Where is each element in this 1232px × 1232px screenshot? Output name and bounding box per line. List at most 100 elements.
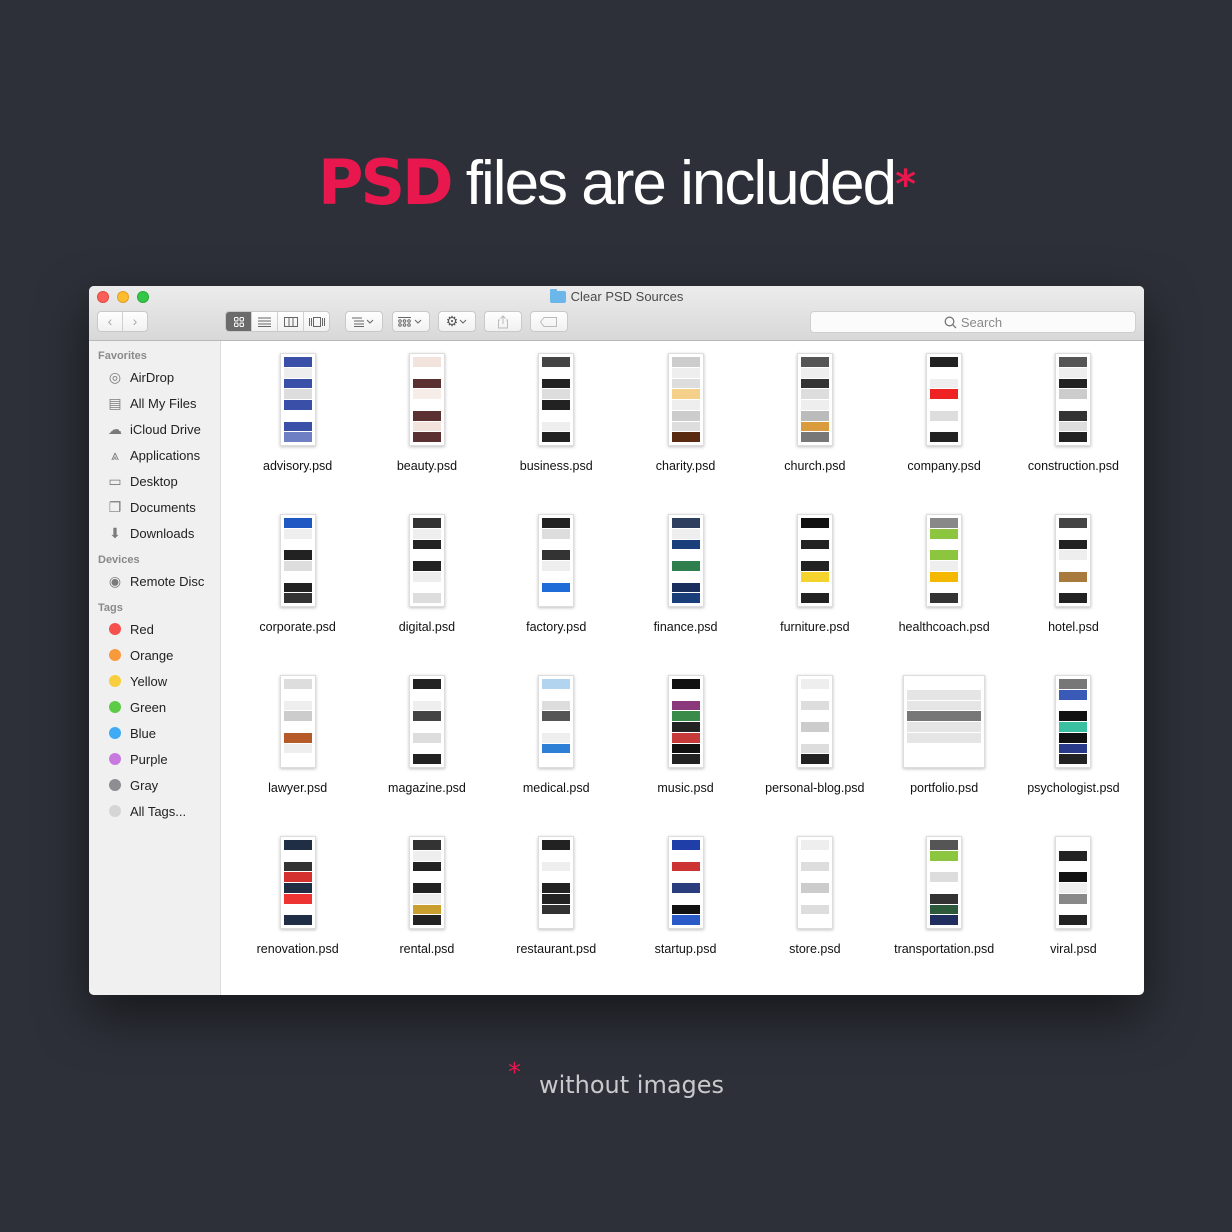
thumbnail-block xyxy=(800,367,829,378)
file-item[interactable]: beauty.psd xyxy=(362,353,491,514)
sidebar-item-label: All Tags... xyxy=(130,803,187,819)
sidebar-item-applications[interactable]: ⩓ Applications xyxy=(89,442,220,468)
file-name: psychologist.psd xyxy=(1027,781,1120,795)
thumbnail-block xyxy=(412,367,441,378)
sidebar-item-green[interactable]: Green xyxy=(89,694,220,720)
file-item[interactable]: magazine.psd xyxy=(362,675,491,836)
file-item[interactable]: corporate.psd xyxy=(233,514,362,675)
thumbnail-block xyxy=(283,561,312,571)
file-thumbnail-icon xyxy=(903,675,986,768)
file-item[interactable]: lawyer.psd xyxy=(233,675,362,836)
thumbnail-block xyxy=(412,850,441,861)
thumbnail-block xyxy=(542,421,571,432)
sidebar-item-purple[interactable]: Purple xyxy=(89,746,220,772)
file-thumbnail-icon xyxy=(279,514,316,607)
file-item[interactable]: transportation.psd xyxy=(879,836,1008,995)
sidebar-item-downloads[interactable]: ⬇ Downloads xyxy=(89,520,220,546)
file-item[interactable]: music.psd xyxy=(621,675,750,836)
thumbnail-block xyxy=(412,915,441,925)
file-item[interactable]: digital.psd xyxy=(362,514,491,675)
forward-button[interactable]: › xyxy=(122,312,147,331)
file-item[interactable]: store.psd xyxy=(750,836,879,995)
file-item[interactable]: personal-blog.psd xyxy=(750,675,879,836)
sidebar-item-all-my-files[interactable]: ▤ All My Files xyxy=(89,390,220,416)
share-button[interactable] xyxy=(484,311,522,332)
thumbnail-block xyxy=(800,421,829,432)
icon-view-button[interactable] xyxy=(226,312,251,331)
back-button[interactable]: ‹ xyxy=(98,312,122,331)
file-item[interactable]: renovation.psd xyxy=(233,836,362,995)
thumbnail-block xyxy=(671,743,700,754)
file-item[interactable]: psychologist.psd xyxy=(1009,675,1138,836)
thumbnail-block xyxy=(283,689,312,700)
thumbnail-block xyxy=(283,357,312,367)
file-item[interactable]: business.psd xyxy=(492,353,621,514)
sidebar-item-icloud-drive[interactable]: ☁ iCloud Drive xyxy=(89,416,220,442)
sidebar-item-gray[interactable]: Gray xyxy=(89,772,220,798)
thumbnail-block xyxy=(671,550,700,560)
file-thumbnail-icon xyxy=(408,514,445,607)
file-item[interactable]: viral.psd xyxy=(1009,836,1138,995)
file-item[interactable]: finance.psd xyxy=(621,514,750,675)
thumbnail-block xyxy=(930,872,959,882)
airdrop-icon: ◎ xyxy=(108,368,122,385)
thumbnail-block xyxy=(1059,732,1088,743)
cover-flow-button[interactable] xyxy=(303,312,329,331)
file-item[interactable]: company.psd xyxy=(879,353,1008,514)
file-thumbnail-icon xyxy=(667,836,704,929)
file-item[interactable]: healthcoach.psd xyxy=(879,514,1008,675)
file-item[interactable]: advisory.psd xyxy=(233,353,362,514)
thumbnail-block xyxy=(412,539,441,550)
thumbnail-block xyxy=(542,400,571,410)
sidebar-item-blue[interactable]: Blue xyxy=(89,720,220,746)
thumbnail-block xyxy=(412,893,441,904)
thumbnail-block xyxy=(800,539,829,550)
gear-icon: ⚙ xyxy=(445,313,459,329)
thumbnail-block xyxy=(671,893,700,904)
thumbnail-block xyxy=(671,367,700,378)
file-item[interactable]: construction.psd xyxy=(1009,353,1138,514)
file-item[interactable]: medical.psd xyxy=(492,675,621,836)
file-item[interactable]: rental.psd xyxy=(362,836,491,995)
arrange-button[interactable] xyxy=(345,311,383,332)
sidebar-item-documents[interactable]: ❐ Documents xyxy=(89,494,220,520)
file-item[interactable]: furniture.psd xyxy=(750,514,879,675)
thumbnail-block xyxy=(930,357,959,367)
sidebar-item-yellow[interactable]: Yellow xyxy=(89,668,220,694)
column-view-icon xyxy=(283,316,298,327)
sidebar-item-airdrop[interactable]: ◎ AirDrop xyxy=(89,364,220,390)
thumbnail-block xyxy=(542,861,571,872)
group-by-button[interactable] xyxy=(392,311,430,332)
list-view-button[interactable] xyxy=(251,312,277,331)
sidebar-item-remote-disc[interactable]: ◉ Remote Disc xyxy=(89,568,220,594)
sidebar-item-red[interactable]: Red xyxy=(89,616,220,642)
search-icon xyxy=(944,316,957,328)
thumbnail-block xyxy=(671,378,700,389)
file-item[interactable]: startup.psd xyxy=(621,836,750,995)
file-item[interactable]: restaurant.psd xyxy=(492,836,621,995)
search-input[interactable]: Search xyxy=(810,311,1136,333)
thumbnail-block xyxy=(412,743,441,754)
sidebar-item-orange[interactable]: Orange xyxy=(89,642,220,668)
thumbnail-block xyxy=(907,700,982,711)
file-name: hotel.psd xyxy=(1048,620,1099,634)
thumbnail-block xyxy=(283,400,312,410)
thumbnail-block xyxy=(907,743,982,754)
file-item[interactable]: charity.psd xyxy=(621,353,750,514)
thumbnail-block xyxy=(1059,593,1088,603)
tags-button[interactable] xyxy=(530,311,568,332)
tag-color-icon xyxy=(109,675,121,687)
file-item[interactable]: church.psd xyxy=(750,353,879,514)
action-button[interactable]: ⚙ xyxy=(438,311,476,332)
file-item[interactable]: portfolio.psd xyxy=(879,675,1008,836)
file-thumbnail-icon xyxy=(408,675,445,768)
column-view-button[interactable] xyxy=(277,312,303,331)
file-item[interactable]: factory.psd xyxy=(492,514,621,675)
thumbnail-block xyxy=(671,432,700,442)
sidebar-item-desktop[interactable]: ▭ Desktop xyxy=(89,468,220,494)
thumbnail-block xyxy=(283,539,312,550)
file-item[interactable]: hotel.psd xyxy=(1009,514,1138,675)
thumbnail-block xyxy=(930,400,959,410)
sidebar-item-all-tags[interactable]: All Tags... xyxy=(89,798,220,824)
file-thumbnail-icon xyxy=(408,836,445,929)
